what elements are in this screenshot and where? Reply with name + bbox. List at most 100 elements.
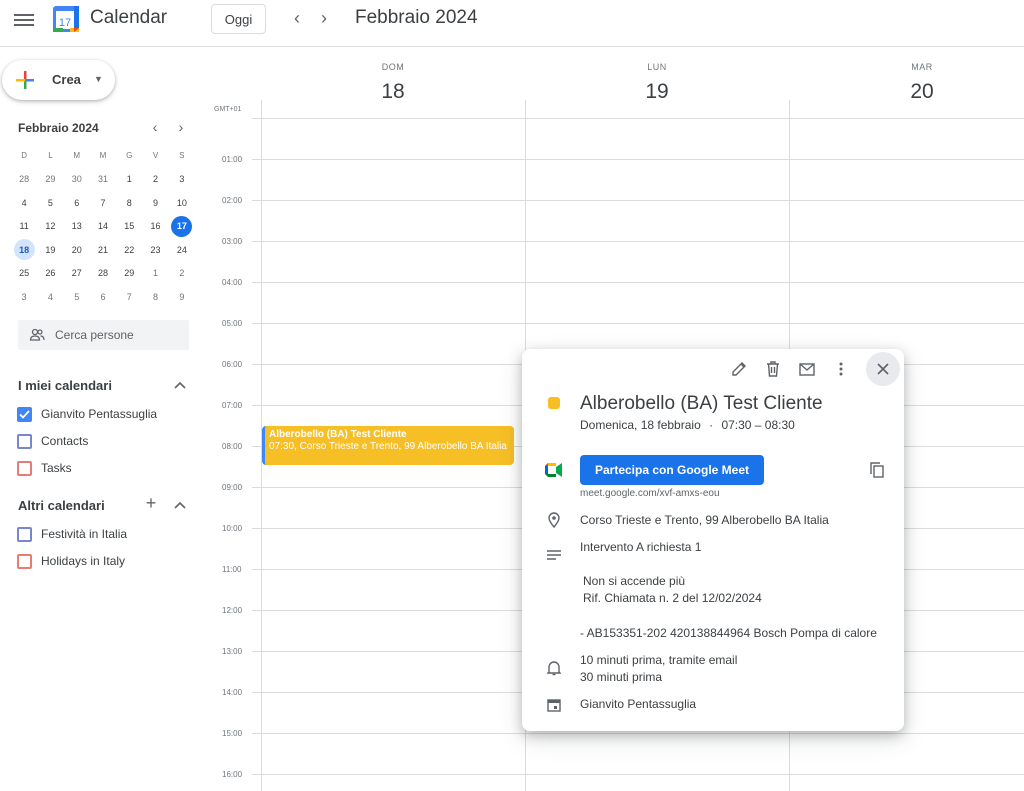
mini-day[interactable]: 8 bbox=[116, 191, 142, 215]
today-button[interactable]: Oggi bbox=[211, 4, 266, 34]
weekday-label: L bbox=[48, 151, 53, 161]
checkbox[interactable] bbox=[17, 526, 32, 542]
mini-day[interactable]: 16 bbox=[142, 215, 168, 239]
mini-day[interactable]: 23 bbox=[142, 238, 168, 262]
search-people-input[interactable]: Cerca persone bbox=[18, 320, 189, 350]
mini-calendar-weekdays: D L M M G V S bbox=[11, 144, 195, 168]
weekday-label: D bbox=[21, 151, 28, 161]
mini-day[interactable]: 10 bbox=[169, 191, 195, 215]
event-color-icon bbox=[548, 397, 560, 409]
calendar-item-festivita[interactable]: Festività in Italia bbox=[17, 524, 127, 544]
mini-day[interactable]: 9 bbox=[142, 191, 168, 215]
description-line: Non si accende più bbox=[583, 574, 686, 588]
mini-day[interactable]: 5 bbox=[37, 191, 63, 215]
hour-label: 02:00 bbox=[222, 196, 243, 205]
mini-day[interactable]: 31 bbox=[90, 168, 116, 192]
mini-day[interactable]: 7 bbox=[90, 191, 116, 215]
mini-day[interactable]: 27 bbox=[64, 262, 90, 286]
create-label: Crea bbox=[52, 72, 81, 87]
day-header[interactable]: MAR 20 bbox=[790, 62, 1024, 104]
people-icon bbox=[29, 328, 45, 341]
mini-day[interactable]: 7 bbox=[116, 285, 142, 309]
mini-day[interactable]: 13 bbox=[64, 215, 90, 239]
calendar-item-holidays[interactable]: Holidays in Italy bbox=[17, 551, 125, 571]
mini-day[interactable]: 6 bbox=[90, 285, 116, 309]
mini-day[interactable]: 4 bbox=[37, 285, 63, 309]
next-period-icon[interactable]: › bbox=[314, 8, 334, 28]
hour-label: 14:00 bbox=[222, 688, 243, 697]
previous-period-icon[interactable]: ‹ bbox=[287, 8, 307, 28]
location-icon bbox=[543, 509, 565, 531]
event-date-time: Domenica, 18 febbraio · 07:30 – 08:30 bbox=[580, 418, 795, 432]
checkbox-checked[interactable] bbox=[17, 406, 32, 422]
close-button[interactable] bbox=[866, 352, 900, 386]
day-header[interactable]: DOM 18 bbox=[261, 62, 525, 104]
calendar-item-gianvito[interactable]: Gianvito Pentassuglia bbox=[17, 404, 157, 424]
hour-line bbox=[252, 159, 1024, 160]
hour-label: 01:00 bbox=[222, 155, 243, 164]
reminder-item: 10 minuti prima, tramite email bbox=[580, 653, 738, 667]
main-menu-icon[interactable] bbox=[14, 11, 34, 29]
collapse-my-calendars-icon[interactable] bbox=[171, 376, 189, 394]
mini-day[interactable]: 25 bbox=[11, 262, 37, 286]
email-guests-icon[interactable] bbox=[796, 358, 818, 380]
mini-day[interactable]: 1 bbox=[142, 262, 168, 286]
calendar-logo-icon[interactable]: 17 bbox=[52, 4, 80, 34]
day-header[interactable]: LUN 19 bbox=[525, 62, 789, 104]
mini-day[interactable]: 8 bbox=[142, 285, 168, 309]
mini-calendar-next-icon[interactable]: › bbox=[173, 119, 189, 135]
hour-label: 16:00 bbox=[222, 770, 243, 779]
checkbox[interactable] bbox=[17, 460, 32, 476]
mini-day[interactable]: 28 bbox=[90, 262, 116, 286]
mini-day[interactable]: 2 bbox=[142, 168, 168, 192]
mini-day[interactable]: 5 bbox=[64, 285, 90, 309]
hour-line bbox=[252, 282, 1024, 283]
copy-icon[interactable] bbox=[866, 459, 888, 481]
mini-day-today[interactable]: 17 bbox=[169, 215, 195, 239]
mini-day[interactable]: 29 bbox=[37, 168, 63, 192]
edit-icon[interactable] bbox=[728, 358, 750, 380]
mini-day[interactable]: 3 bbox=[169, 168, 195, 192]
mini-day[interactable]: 11 bbox=[11, 215, 37, 239]
meet-link[interactable]: meet.google.com/xvf-amxs-eou bbox=[580, 488, 720, 499]
mini-calendar-prev-icon[interactable]: ‹ bbox=[147, 119, 163, 135]
mini-day[interactable]: 9 bbox=[169, 285, 195, 309]
mini-day[interactable]: 14 bbox=[90, 215, 116, 239]
separator: · bbox=[709, 418, 714, 432]
checkbox[interactable] bbox=[17, 433, 32, 449]
mini-day[interactable]: 22 bbox=[116, 238, 142, 262]
mini-day[interactable]: 26 bbox=[37, 262, 63, 286]
create-button[interactable]: Crea ▼ bbox=[2, 60, 115, 100]
mini-day[interactable]: 12 bbox=[37, 215, 63, 239]
collapse-other-calendars-icon[interactable] bbox=[171, 496, 189, 514]
mini-day[interactable]: 15 bbox=[116, 215, 142, 239]
add-calendar-icon[interactable]: + bbox=[142, 493, 160, 513]
calendar-event[interactable]: Alberobello (BA) Test Cliente 07:30, Cor… bbox=[262, 426, 514, 465]
mini-day[interactable]: 1 bbox=[116, 168, 142, 192]
mini-day[interactable]: 24 bbox=[169, 238, 195, 262]
mini-day[interactable]: 4 bbox=[11, 191, 37, 215]
event-location[interactable]: Corso Trieste e Trento, 99 Alberobello B… bbox=[580, 513, 829, 527]
mini-day-selected[interactable]: 18 bbox=[11, 238, 37, 262]
mini-day[interactable]: 6 bbox=[64, 191, 90, 215]
description-line: Rif. Chiamata n. 2 del 12/02/2024 bbox=[583, 591, 762, 605]
mini-day[interactable]: 20 bbox=[64, 238, 90, 262]
mini-day[interactable]: 29 bbox=[116, 262, 142, 286]
mini-day[interactable]: 28 bbox=[11, 168, 37, 192]
checkbox[interactable] bbox=[17, 553, 32, 569]
join-google-meet-button[interactable]: Partecipa con Google Meet bbox=[580, 455, 764, 485]
more-options-icon[interactable] bbox=[830, 358, 852, 380]
hour-label: 05:00 bbox=[222, 319, 243, 328]
caret-down-icon: ▼ bbox=[94, 74, 103, 84]
mini-day[interactable]: 19 bbox=[37, 238, 63, 262]
hour-line bbox=[252, 200, 1024, 201]
mini-day[interactable]: 2 bbox=[169, 262, 195, 286]
mini-day[interactable]: 21 bbox=[90, 238, 116, 262]
mini-day[interactable]: 30 bbox=[64, 168, 90, 192]
my-calendars-title[interactable]: I miei calendari bbox=[18, 378, 112, 393]
delete-icon[interactable] bbox=[762, 358, 784, 380]
calendar-item-contacts[interactable]: Contacts bbox=[17, 431, 88, 451]
other-calendars-title[interactable]: Altri calendari bbox=[18, 498, 105, 513]
mini-day[interactable]: 3 bbox=[11, 285, 37, 309]
calendar-item-tasks[interactable]: Tasks bbox=[17, 458, 72, 478]
